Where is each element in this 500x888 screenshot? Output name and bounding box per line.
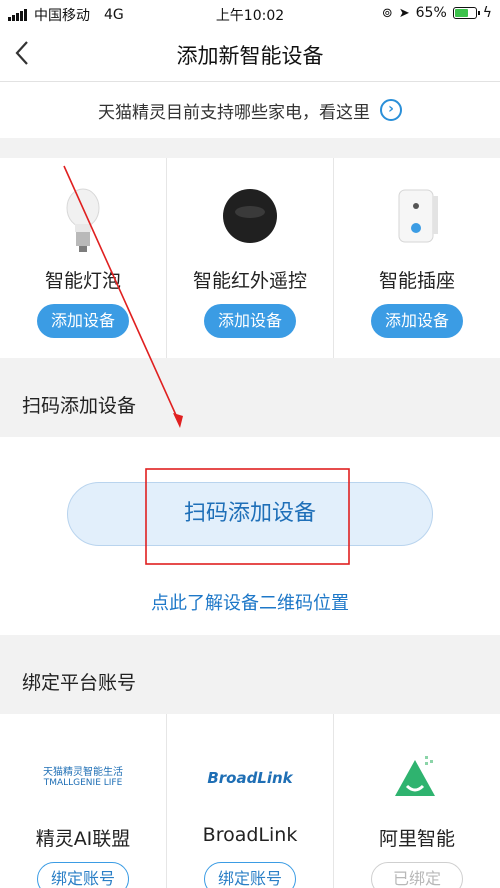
ali-smart-logo-icon [334,756,500,798]
rotation-lock-icon: ⊚ [381,5,393,21]
device-name: 智能插座 [378,270,455,292]
device-card-ir-remote: 智能红外遥控 添加设备 [166,158,333,358]
device-name: 智能红外遥控 [192,270,307,292]
add-device-button[interactable]: 添加设备 [37,304,129,338]
bind-section-heading: 绑定平台账号 [0,636,500,714]
battery-fill [454,9,468,17]
bound-status-button: 已绑定 [371,862,463,888]
banner-text: 天猫精灵目前支持哪些家电，看这里 [98,102,370,123]
status-bar: 中国移动 4G 上午10:02 ⊚ ➤ 65% ϟ [0,0,500,26]
page-title: 添加新智能设备 [176,44,324,68]
jingling-logo: 天猫精灵智能生活 TMALLGENIE LIFE [0,758,166,798]
location-icon: ➤ [398,5,410,21]
navigation-bar: 添加新智能设备 [0,26,500,82]
add-device-button[interactable]: 添加设备 [204,304,296,338]
device-grid: 智能灯泡 添加设备 智能红外遥控 添加设备 智能插座 添加设备 [0,158,500,358]
jingling-logo-cn: 天猫精灵智能生活 [43,767,123,778]
device-card-smart-plug: 智能插座 添加设备 [333,158,500,358]
battery-percent: 65% [415,5,447,21]
broadlink-logo: BroadLink [167,758,333,798]
platform-card-ali-smart: 阿里智能 已绑定 [333,714,500,888]
device-name: 智能灯泡 [44,270,121,292]
battery-icon [452,7,480,19]
scan-section: 扫码添加设备 点此了解设备二维码位置 [0,437,500,635]
platform-name: 阿里智能 [378,828,455,850]
device-card-light-bulb: 智能灯泡 添加设备 [0,158,166,358]
platform-name: BroadLink [202,824,298,846]
platform-name: 精灵AI联盟 [35,828,131,850]
qr-location-link[interactable]: 点此了解设备二维码位置 [0,589,500,615]
bind-account-button[interactable]: 绑定账号 [204,862,296,888]
circle-arrow-right-icon[interactable]: › [380,99,402,121]
status-right: ⊚ ➤ 65% ϟ [382,5,492,21]
add-device-button[interactable]: 添加设备 [371,304,463,338]
platform-grid: 天猫精灵智能生活 TMALLGENIE LIFE 精灵AI联盟 绑定账号 Bro… [0,714,500,888]
light-bulb-icon [0,186,166,256]
jingling-logo-en: TMALLGENIE LIFE [43,778,123,788]
platform-card-broadlink: BroadLink BroadLink 绑定账号 [166,714,333,888]
bind-account-button[interactable]: 绑定账号 [37,862,129,888]
charging-icon: ϟ [482,5,492,21]
scan-section-heading: 扫码添加设备 [0,359,500,437]
scan-add-device-button[interactable]: 扫码添加设备 [67,482,433,546]
supported-appliances-banner[interactable]: 天猫精灵目前支持哪些家电，看这里 › [0,82,500,138]
broadlink-logo-text: BroadLink [207,769,293,787]
platform-card-jingling: 天猫精灵智能生活 TMALLGENIE LIFE 精灵AI联盟 绑定账号 [0,714,166,888]
smart-plug-icon [334,186,500,256]
ir-remote-icon [167,186,333,256]
